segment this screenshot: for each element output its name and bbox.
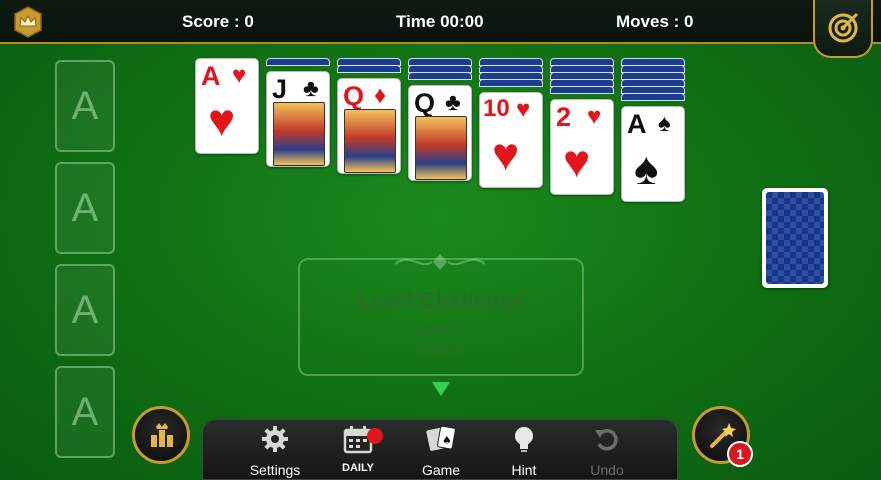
top-bar: Score : 0 Time 00:00 Moves : 0: [0, 0, 881, 44]
target-icon: [828, 12, 859, 43]
face-down-card: [337, 65, 401, 73]
card-rank: Q: [414, 88, 436, 118]
crown-icon[interactable]: [12, 6, 44, 38]
face-card-portrait: [273, 102, 325, 166]
cards-icon: ♠: [426, 425, 456, 451]
card-suit-large: ♥: [492, 128, 520, 180]
foundation-slot-4[interactable]: A: [55, 366, 115, 458]
card-rank: 10: [483, 95, 510, 122]
magic-wand-button[interactable]: 1: [692, 406, 753, 467]
undo-icon: [595, 429, 618, 451]
card-suit-small: ♥: [232, 62, 247, 89]
lightbulb-icon: [515, 427, 533, 452]
level-challenge-panel[interactable]: Level Challenge Level 1 Draw 1: [298, 258, 584, 376]
card-back-pattern: [766, 192, 824, 284]
card-suit-small: ♣: [445, 89, 461, 116]
expand-arrow-icon[interactable]: [432, 382, 450, 396]
daily-button[interactable]: DAILY: [323, 424, 393, 474]
tableau-card[interactable]: A ♥ ♥: [195, 58, 259, 154]
tableau-card[interactable]: 10 ♥ ♥: [479, 92, 543, 188]
gear-icon: [262, 426, 288, 452]
svg-text:♠: ♠: [442, 434, 452, 447]
settings-label: Settings: [249, 462, 301, 478]
tableau-card[interactable]: J ♣: [266, 71, 330, 167]
tableau-card[interactable]: A ♠ ♠: [621, 106, 685, 202]
foundation-ace-label: A: [71, 287, 99, 332]
game-button[interactable]: ♠ Game: [406, 424, 476, 478]
card-suit-large: ♥: [563, 135, 591, 187]
level-challenge-title: Level Challenge: [357, 288, 525, 313]
magic-wand-count-badge: 1: [727, 441, 753, 467]
card-rank: J: [272, 74, 288, 104]
foundation-slot-2[interactable]: A: [55, 162, 115, 254]
undo-button[interactable]: Undo: [572, 424, 642, 478]
face-down-card: [621, 93, 685, 101]
card-rank: 2: [556, 102, 572, 132]
face-down-card: [266, 58, 330, 66]
game-label: Game: [421, 462, 461, 478]
card-suit-small: ♠: [658, 110, 671, 137]
bottom-toolbar: Settings DAILY ♠ Game Hint Undo: [202, 419, 678, 480]
draw-mode: Draw 1: [417, 341, 465, 358]
card-suit-large: ♥: [208, 94, 236, 146]
face-card-portrait: [344, 109, 396, 173]
card-suit-small: ♥: [516, 96, 531, 123]
settings-button[interactable]: Settings: [240, 424, 310, 478]
notification-dot: [367, 428, 383, 444]
foundation-ace-label: A: [71, 83, 99, 128]
tableau-card[interactable]: Q ♦: [337, 78, 401, 174]
face-card-portrait: [415, 116, 467, 180]
foundation-slot-3[interactable]: A: [55, 264, 115, 356]
time-label: Time 00:00: [396, 12, 484, 31]
card-rank: A: [201, 61, 221, 91]
card-suit-small: ♣: [303, 75, 319, 102]
score-label: Score : 0: [182, 12, 254, 31]
foundation-ace-label: A: [71, 389, 99, 434]
foundation-ace-label: A: [71, 185, 99, 230]
daily-label: DAILY: [342, 462, 374, 474]
tableau-card[interactable]: Q ♣: [408, 85, 472, 181]
face-down-card: [408, 72, 472, 80]
foundation-slot-1[interactable]: A: [55, 60, 115, 152]
level-number: Level 1: [416, 321, 466, 338]
stock-pile[interactable]: [762, 188, 828, 288]
face-down-card: [550, 86, 614, 94]
card-suit-large: ♠: [634, 142, 659, 194]
tableau-card[interactable]: 2 ♥ ♥: [550, 99, 614, 195]
face-down-card: [479, 79, 543, 87]
card-rank: Q: [343, 81, 365, 111]
moves-label: Moves : 0: [616, 12, 694, 31]
leaderboard-icon: [151, 423, 173, 447]
card-rank: A: [627, 109, 647, 139]
card-suit-small: ♦: [374, 82, 387, 109]
goals-button[interactable]: [813, 0, 873, 58]
hint-button[interactable]: Hint: [489, 424, 559, 478]
leaderboard-button[interactable]: [132, 406, 190, 464]
undo-label: Undo: [590, 462, 624, 478]
hint-label: Hint: [511, 462, 537, 478]
card-suit-small: ♥: [587, 103, 602, 130]
